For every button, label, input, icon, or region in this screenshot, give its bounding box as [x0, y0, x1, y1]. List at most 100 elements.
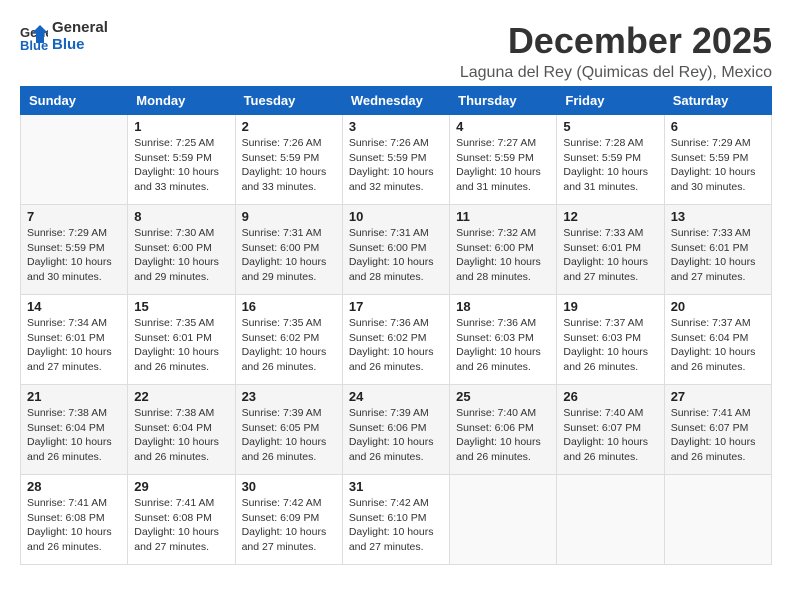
calendar-cell: 22 Sunrise: 7:38 AMSunset: 6:04 PMDayligh…	[128, 385, 235, 475]
calendar-cell	[21, 115, 128, 205]
day-number: 16	[242, 299, 336, 314]
calendar-cell: 25Sunrise: 7:40 AMSunset: 6:06 PMDayligh…	[450, 385, 557, 475]
day-info: Sunrise: 7:29 AMSunset: 5:59 PMDaylight:…	[671, 136, 765, 195]
calendar-cell	[450, 475, 557, 565]
logo-general: General	[52, 20, 108, 37]
calendar-cell: 10 Sunrise: 7:31 AMSunset: 6:00 PMDayligh…	[342, 205, 449, 295]
day-number: 9	[242, 209, 336, 224]
calendar-cell: 29Sunrise: 7:41 AMSunset: 6:08 PMDayligh…	[128, 475, 235, 565]
calendar-cell: 2 Sunrise: 7:26 AMSunset: 5:59 PMDaylight…	[235, 115, 342, 205]
day-number: 22	[134, 389, 228, 404]
calendar-cell: 26 Sunrise: 7:40 AMSunset: 6:07 PMDayligh…	[557, 385, 664, 475]
calendar-cell: 12 Sunrise: 7:33 AMSunset: 6:01 PMDayligh…	[557, 205, 664, 295]
day-number: 20	[671, 299, 765, 314]
day-info: Sunrise: 7:29 AMSunset: 5:59 PMDaylight:…	[27, 226, 121, 285]
col-header-thursday: Thursday	[450, 87, 557, 115]
day-number: 19	[563, 299, 657, 314]
day-info: Sunrise: 7:31 AMSunset: 6:00 PMDaylight:…	[242, 226, 336, 285]
day-info: Sunrise: 7:40 AMSunset: 6:06 PMDaylight:…	[456, 406, 550, 465]
day-info: Sunrise: 7:31 AMSunset: 6:00 PMDaylight:…	[349, 226, 443, 285]
calendar-cell: 15Sunrise: 7:35 AMSunset: 6:01 PMDayligh…	[128, 295, 235, 385]
day-info: Sunrise: 7:28 AMSunset: 5:59 PMDaylight:…	[563, 136, 657, 195]
day-info: Sunrise: 7:41 AMSunset: 6:08 PMDaylight:…	[134, 496, 228, 555]
day-info: Sunrise: 7:25 AMSunset: 5:59 PMDaylight:…	[134, 136, 228, 195]
calendar-cell: 11Sunrise: 7:32 AMSunset: 6:00 PMDayligh…	[450, 205, 557, 295]
calendar-cell: 8 Sunrise: 7:30 AMSunset: 6:00 PMDaylight…	[128, 205, 235, 295]
day-number: 2	[242, 119, 336, 134]
calendar-cell: 6 Sunrise: 7:29 AMSunset: 5:59 PMDaylight…	[664, 115, 771, 205]
col-header-saturday: Saturday	[664, 87, 771, 115]
day-number: 4	[456, 119, 550, 134]
calendar-cell: 7 Sunrise: 7:29 AMSunset: 5:59 PMDaylight…	[21, 205, 128, 295]
calendar-table: SundayMondayTuesdayWednesdayThursdayFrid…	[20, 86, 772, 565]
day-info: Sunrise: 7:35 AMSunset: 6:02 PMDaylight:…	[242, 316, 336, 375]
day-number: 23	[242, 389, 336, 404]
day-number: 28	[27, 479, 121, 494]
day-info: Sunrise: 7:35 AMSunset: 6:01 PMDaylight:…	[134, 316, 228, 375]
calendar-cell: 24Sunrise: 7:39 AMSunset: 6:06 PMDayligh…	[342, 385, 449, 475]
day-info: Sunrise: 7:32 AMSunset: 6:00 PMDaylight:…	[456, 226, 550, 285]
day-number: 3	[349, 119, 443, 134]
day-info: Sunrise: 7:39 AMSunset: 6:05 PMDaylight:…	[242, 406, 336, 465]
day-number: 7	[27, 209, 121, 224]
col-header-monday: Monday	[128, 87, 235, 115]
day-info: Sunrise: 7:36 AMSunset: 6:02 PMDaylight:…	[349, 316, 443, 375]
calendar-cell: 20Sunrise: 7:37 AMSunset: 6:04 PMDayligh…	[664, 295, 771, 385]
calendar-cell: 17 Sunrise: 7:36 AMSunset: 6:02 PMDayligh…	[342, 295, 449, 385]
day-info: Sunrise: 7:36 AMSunset: 6:03 PMDaylight:…	[456, 316, 550, 375]
logo-blue: Blue	[52, 37, 108, 54]
day-info: Sunrise: 7:27 AMSunset: 5:59 PMDaylight:…	[456, 136, 550, 195]
title-area: December 2025 Laguna del Rey (Quimicas d…	[460, 20, 772, 82]
day-number: 24	[349, 389, 443, 404]
week-row-2: 7 Sunrise: 7:29 AMSunset: 5:59 PMDaylight…	[21, 205, 772, 295]
day-number: 5	[563, 119, 657, 134]
calendar-cell: 1 Sunrise: 7:25 AMSunset: 5:59 PMDaylight…	[128, 115, 235, 205]
day-number: 10	[349, 209, 443, 224]
day-number: 6	[671, 119, 765, 134]
col-header-tuesday: Tuesday	[235, 87, 342, 115]
day-info: Sunrise: 7:41 AMSunset: 6:07 PMDaylight:…	[671, 406, 765, 465]
day-info: Sunrise: 7:38 AMSunset: 6:04 PMDaylight:…	[134, 406, 228, 465]
calendar-cell: 4 Sunrise: 7:27 AMSunset: 5:59 PMDaylight…	[450, 115, 557, 205]
day-info: Sunrise: 7:34 AMSunset: 6:01 PMDaylight:…	[27, 316, 121, 375]
page-header: General Blue General Blue December 2025 …	[20, 20, 772, 82]
calendar-header-row: SundayMondayTuesdayWednesdayThursdayFrid…	[21, 87, 772, 115]
day-info: Sunrise: 7:30 AMSunset: 6:00 PMDaylight:…	[134, 226, 228, 285]
location-title: Laguna del Rey (Quimicas del Rey), Mexic…	[460, 64, 772, 82]
day-info: Sunrise: 7:38 AMSunset: 6:04 PMDaylight:…	[27, 406, 121, 465]
week-row-5: 28 Sunrise: 7:41 AMSunset: 6:08 PMDayligh…	[21, 475, 772, 565]
calendar-cell: 31Sunrise: 7:42 AMSunset: 6:10 PMDayligh…	[342, 475, 449, 565]
col-header-sunday: Sunday	[21, 87, 128, 115]
day-number: 1	[134, 119, 228, 134]
calendar-cell: 19Sunrise: 7:37 AMSunset: 6:03 PMDayligh…	[557, 295, 664, 385]
week-row-4: 21 Sunrise: 7:38 AMSunset: 6:04 PMDayligh…	[21, 385, 772, 475]
calendar-cell: 27 Sunrise: 7:41 AMSunset: 6:07 PMDayligh…	[664, 385, 771, 475]
day-number: 18	[456, 299, 550, 314]
col-header-friday: Friday	[557, 87, 664, 115]
day-info: Sunrise: 7:40 AMSunset: 6:07 PMDaylight:…	[563, 406, 657, 465]
calendar-cell	[664, 475, 771, 565]
logo: General Blue General Blue	[20, 20, 108, 53]
day-number: 17	[349, 299, 443, 314]
general-blue-icon: General Blue	[20, 23, 48, 51]
day-number: 21	[27, 389, 121, 404]
day-info: Sunrise: 7:26 AMSunset: 5:59 PMDaylight:…	[242, 136, 336, 195]
month-title: December 2025	[460, 20, 772, 62]
calendar-cell: 14Sunrise: 7:34 AMSunset: 6:01 PMDayligh…	[21, 295, 128, 385]
calendar-cell: 30Sunrise: 7:42 AMSunset: 6:09 PMDayligh…	[235, 475, 342, 565]
calendar-cell	[557, 475, 664, 565]
day-info: Sunrise: 7:41 AMSunset: 6:08 PMDaylight:…	[27, 496, 121, 555]
day-number: 26	[563, 389, 657, 404]
calendar-cell: 18 Sunrise: 7:36 AMSunset: 6:03 PMDayligh…	[450, 295, 557, 385]
day-info: Sunrise: 7:42 AMSunset: 6:10 PMDaylight:…	[349, 496, 443, 555]
day-number: 27	[671, 389, 765, 404]
day-info: Sunrise: 7:33 AMSunset: 6:01 PMDaylight:…	[563, 226, 657, 285]
calendar-cell: 3Sunrise: 7:26 AMSunset: 5:59 PMDaylight…	[342, 115, 449, 205]
calendar-cell: 13Sunrise: 7:33 AMSunset: 6:01 PMDayligh…	[664, 205, 771, 295]
calendar-cell: 5 Sunrise: 7:28 AMSunset: 5:59 PMDaylight…	[557, 115, 664, 205]
col-header-wednesday: Wednesday	[342, 87, 449, 115]
calendar-cell: 21 Sunrise: 7:38 AMSunset: 6:04 PMDayligh…	[21, 385, 128, 475]
day-number: 12	[563, 209, 657, 224]
calendar-cell: 16 Sunrise: 7:35 AMSunset: 6:02 PMDayligh…	[235, 295, 342, 385]
day-number: 8	[134, 209, 228, 224]
